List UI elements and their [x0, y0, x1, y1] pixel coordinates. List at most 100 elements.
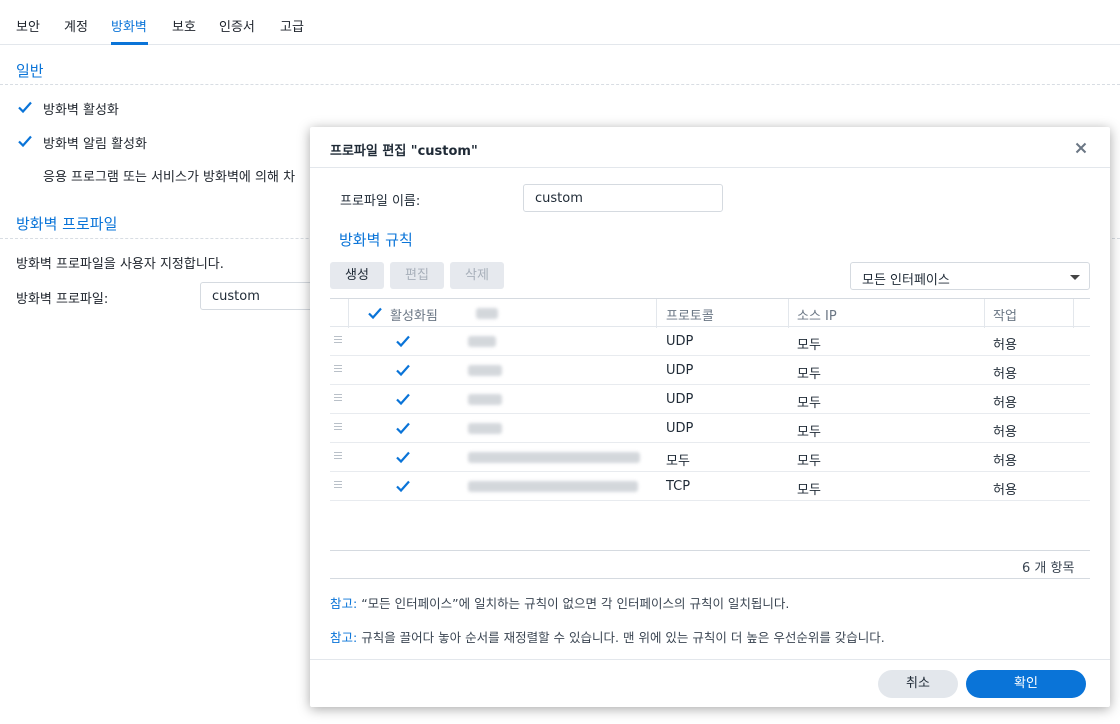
rule-source: 모두 — [797, 425, 821, 440]
checkmark-icon — [368, 307, 382, 320]
tab-firewall[interactable]: 방화벽 — [111, 16, 147, 35]
table-row[interactable]: UDP 모두 허용 — [330, 414, 1090, 443]
drag-handle-icon[interactable] — [334, 394, 342, 403]
column-separator — [1073, 299, 1074, 328]
column-source-ip[interactable]: 소스 IP — [797, 305, 837, 324]
checkmark-icon — [18, 135, 32, 148]
checkmark-icon — [396, 393, 410, 406]
redacted-ports — [468, 423, 502, 434]
rule-protocol: UDP — [666, 363, 694, 378]
dialog-header-divider — [310, 167, 1110, 168]
rule-protocol: UDP — [666, 392, 694, 407]
table-bottom-divider — [330, 578, 1090, 579]
rule-source: 모두 — [797, 396, 821, 411]
drag-handle-icon[interactable] — [334, 452, 342, 461]
close-icon[interactable] — [1073, 140, 1089, 156]
rule-action: 허용 — [993, 454, 1017, 469]
tab-advanced[interactable]: 고급 — [280, 16, 304, 35]
table-row[interactable]: 모두 모두 허용 — [330, 443, 1090, 472]
note-reorder: 참고: 규칙을 끌어다 놓아 순서를 재정렬할 수 있습니다. 맨 위에 있는 … — [330, 627, 885, 646]
rules-title: 방화벽 규칙 — [339, 231, 413, 249]
redacted-ports — [468, 365, 502, 376]
tab-certificate[interactable]: 인증서 — [219, 16, 255, 35]
notify-description: 응용 프로그램 또는 서비스가 방화벽에 의해 차 — [43, 170, 296, 185]
note-text: “모든 인터페이스”에 일치하는 규칙이 없으면 각 인터페이스의 규칙이 일치… — [357, 596, 790, 611]
section-title-general: 일반 — [16, 62, 44, 80]
rule-action: 허용 — [993, 396, 1017, 411]
rule-enabled-checkbox[interactable] — [395, 420, 411, 436]
redacted-ports — [468, 336, 496, 347]
enable-firewall-label: 방화벽 활성화 — [43, 103, 119, 118]
interface-select-value: 모든 인터페이스 — [862, 273, 950, 288]
rule-source: 모두 — [797, 338, 821, 353]
item-count: 6 개 항목 — [1022, 561, 1075, 576]
tab-protection[interactable]: 보호 — [172, 16, 196, 35]
rule-source: 모두 — [797, 367, 821, 382]
checkmark-icon — [18, 101, 32, 114]
profile-name-input[interactable]: custom — [523, 184, 723, 212]
delete-button[interactable]: 삭제 — [450, 262, 504, 289]
edit-profile-dialog: 프로파일 편집 "custom" 프로파일 이름: custom 방화벽 규칙 … — [310, 127, 1110, 707]
redacted-ports — [468, 481, 638, 492]
rule-source: 모두 — [797, 454, 821, 469]
profile-name-label: 프로파일 이름: — [340, 194, 421, 209]
rule-enabled-checkbox[interactable] — [395, 362, 411, 378]
rule-source: 모두 — [797, 483, 821, 498]
column-separator — [788, 299, 789, 328]
edit-button[interactable]: 편집 — [390, 262, 444, 289]
enable-notify-checkbox[interactable] — [17, 133, 33, 149]
drag-handle-icon[interactable] — [334, 481, 342, 490]
rule-enabled-checkbox[interactable] — [395, 391, 411, 407]
cancel-button[interactable]: 취소 — [878, 670, 958, 698]
table-row[interactable]: UDP 모두 허용 — [330, 356, 1090, 385]
column-protocol[interactable]: 프로토콜 — [666, 305, 714, 324]
table-row[interactable]: UDP 모두 허용 — [330, 385, 1090, 414]
column-separator — [656, 299, 657, 328]
note-interfaces: 참고: “모든 인터페이스”에 일치하는 규칙이 없으면 각 인터페이스의 규칙… — [330, 593, 789, 612]
redacted-header — [476, 308, 498, 319]
ok-button[interactable]: 확인 — [966, 670, 1086, 698]
column-separator — [984, 299, 985, 328]
tab-account[interactable]: 계정 — [64, 16, 88, 35]
create-button[interactable]: 생성 — [330, 262, 384, 289]
checkmark-icon — [396, 335, 410, 348]
enable-firewall-checkbox[interactable] — [17, 99, 33, 115]
section-title-profile: 방화벽 프로파일 — [16, 215, 118, 233]
interface-select[interactable]: 모든 인터페이스 — [850, 262, 1090, 290]
redacted-ports — [468, 394, 502, 405]
table-footer-divider — [330, 550, 1090, 551]
drag-handle-icon[interactable] — [334, 423, 342, 432]
rule-protocol: TCP — [666, 479, 691, 494]
enable-notify-label: 방화벽 알림 활성화 — [43, 137, 147, 152]
table-header: 활성화됨 프로토콜 소스 IP 작업 — [330, 298, 1090, 328]
column-action[interactable]: 작업 — [993, 305, 1017, 324]
select-all-checkbox[interactable] — [367, 305, 383, 321]
column-separator — [348, 299, 349, 328]
drag-handle-icon[interactable] — [334, 336, 342, 345]
profile-description: 방화벽 프로파일을 사용자 지정합니다. — [16, 257, 224, 272]
divider — [0, 84, 1120, 85]
chevron-down-icon — [1070, 275, 1080, 280]
tab-security[interactable]: 보안 — [16, 16, 40, 35]
dialog-footer-divider — [310, 659, 1110, 660]
dialog-title: 프로파일 편집 "custom" — [330, 144, 478, 159]
tab-bar: 보안 계정 방화벽 보호 인증서 고급 — [0, 0, 1120, 45]
rule-enabled-checkbox[interactable] — [395, 333, 411, 349]
rule-protocol: UDP — [666, 334, 694, 349]
checkmark-icon — [396, 364, 410, 377]
checkmark-icon — [396, 451, 410, 464]
rule-action: 허용 — [993, 483, 1017, 498]
redacted-ports — [468, 452, 640, 463]
rule-action: 허용 — [993, 338, 1017, 353]
note-label: 참고: — [330, 596, 358, 611]
drag-handle-icon[interactable] — [334, 365, 342, 374]
table-row[interactable]: UDP 모두 허용 — [330, 327, 1090, 356]
note-label: 참고: — [330, 630, 358, 645]
active-tab-indicator — [111, 42, 148, 45]
profile-label: 방화벽 프로파일: — [16, 292, 109, 307]
rule-enabled-checkbox[interactable] — [395, 478, 411, 494]
rule-protocol: 모두 — [666, 454, 690, 469]
table-row[interactable]: TCP 모두 허용 — [330, 472, 1090, 501]
column-enabled[interactable]: 활성화됨 — [390, 305, 438, 324]
rule-enabled-checkbox[interactable] — [395, 449, 411, 465]
